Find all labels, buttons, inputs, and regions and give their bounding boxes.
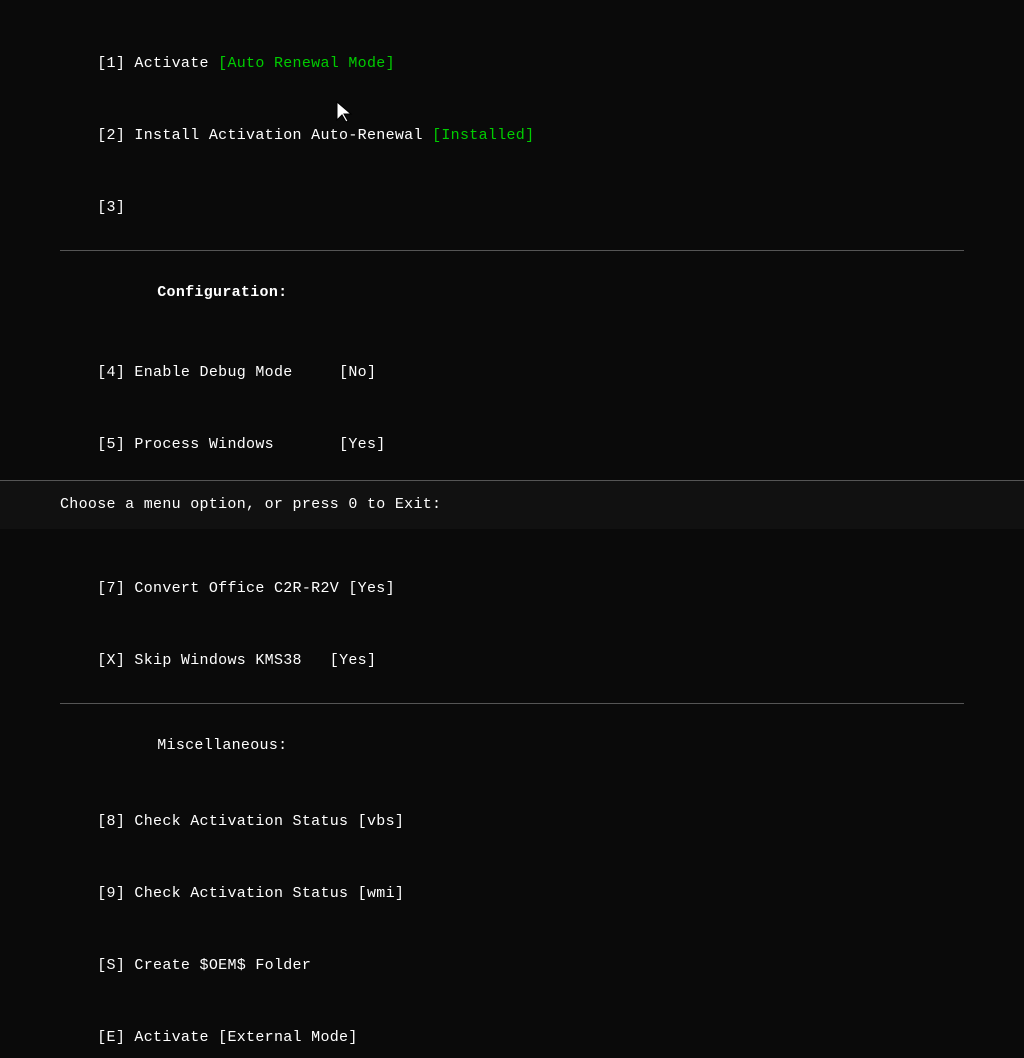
menu-item-7-value: [Yes]: [348, 580, 395, 597]
menu-item-4-key: [4] Enable Debug Mode: [97, 364, 339, 381]
menu-item-7[interactable]: [7] Convert Office C2R-R2V [Yes]: [60, 553, 964, 625]
bottom-prompt-bar: Choose a menu option, or press 0 to Exit…: [0, 480, 1024, 529]
menu-item-1-prefix: [1] Activate: [97, 55, 218, 72]
menu-item-5-key: [5] Process Windows: [97, 436, 339, 453]
menu-item-9[interactable]: [9] Check Activation Status [wmi]: [60, 858, 964, 930]
menu-item-2-highlight: [Installed]: [432, 127, 534, 144]
menu-item-3[interactable]: [3]: [60, 172, 964, 244]
menu-item-4-value: [No]: [339, 364, 376, 381]
menu-item-3-text: [3]: [97, 199, 134, 216]
menu-item-8[interactable]: [8] Check Activation Status [vbs]: [60, 786, 964, 858]
menu-item-9-text: [9] Check Activation Status [wmi]: [97, 885, 404, 902]
menu-item-x-value: [Yes]: [330, 652, 377, 669]
menu-item-x-key: [X] Skip Windows KMS38: [97, 652, 330, 669]
menu-item-2[interactable]: [2] Install Activation Auto-Renewal [Ins…: [60, 100, 964, 172]
menu-item-1[interactable]: [1] Activate [Auto Renewal Mode]: [60, 28, 964, 100]
menu-item-s-text: [S] Create $OEM$ Folder: [97, 957, 311, 974]
menu-item-s[interactable]: [S] Create $OEM$ Folder: [60, 930, 964, 1002]
prompt-text[interactable]: Choose a menu option, or press 0 to Exit…: [60, 496, 441, 513]
menu-item-1-highlight: [Auto Renewal Mode]: [218, 55, 395, 72]
divider-1: [60, 250, 964, 251]
menu-item-x[interactable]: [X] Skip Windows KMS38 [Yes]: [60, 625, 964, 697]
divider-2: [60, 703, 964, 704]
menu-item-4[interactable]: [4] Enable Debug Mode [No]: [60, 337, 964, 409]
menu-item-2-text: [2] Install Activation Auto-Renewal: [97, 127, 432, 144]
menu-item-7-key: [7] Convert Office C2R-R2V: [97, 580, 348, 597]
menu-item-5[interactable]: [5] Process Windows [Yes]: [60, 409, 964, 481]
misc-header: Miscellaneous:: [60, 710, 964, 782]
config-header: Configuration:: [60, 257, 964, 329]
menu-item-e[interactable]: [E] Activate [External Mode]: [60, 1002, 964, 1058]
menu-item-e-text: [E] Activate [External Mode]: [97, 1029, 357, 1046]
menu-item-5-value: [Yes]: [339, 436, 386, 453]
menu-item-8-text: [8] Check Activation Status [vbs]: [97, 813, 404, 830]
terminal-window: [1] Activate [Auto Renewal Mode] [2] Ins…: [0, 0, 1024, 529]
